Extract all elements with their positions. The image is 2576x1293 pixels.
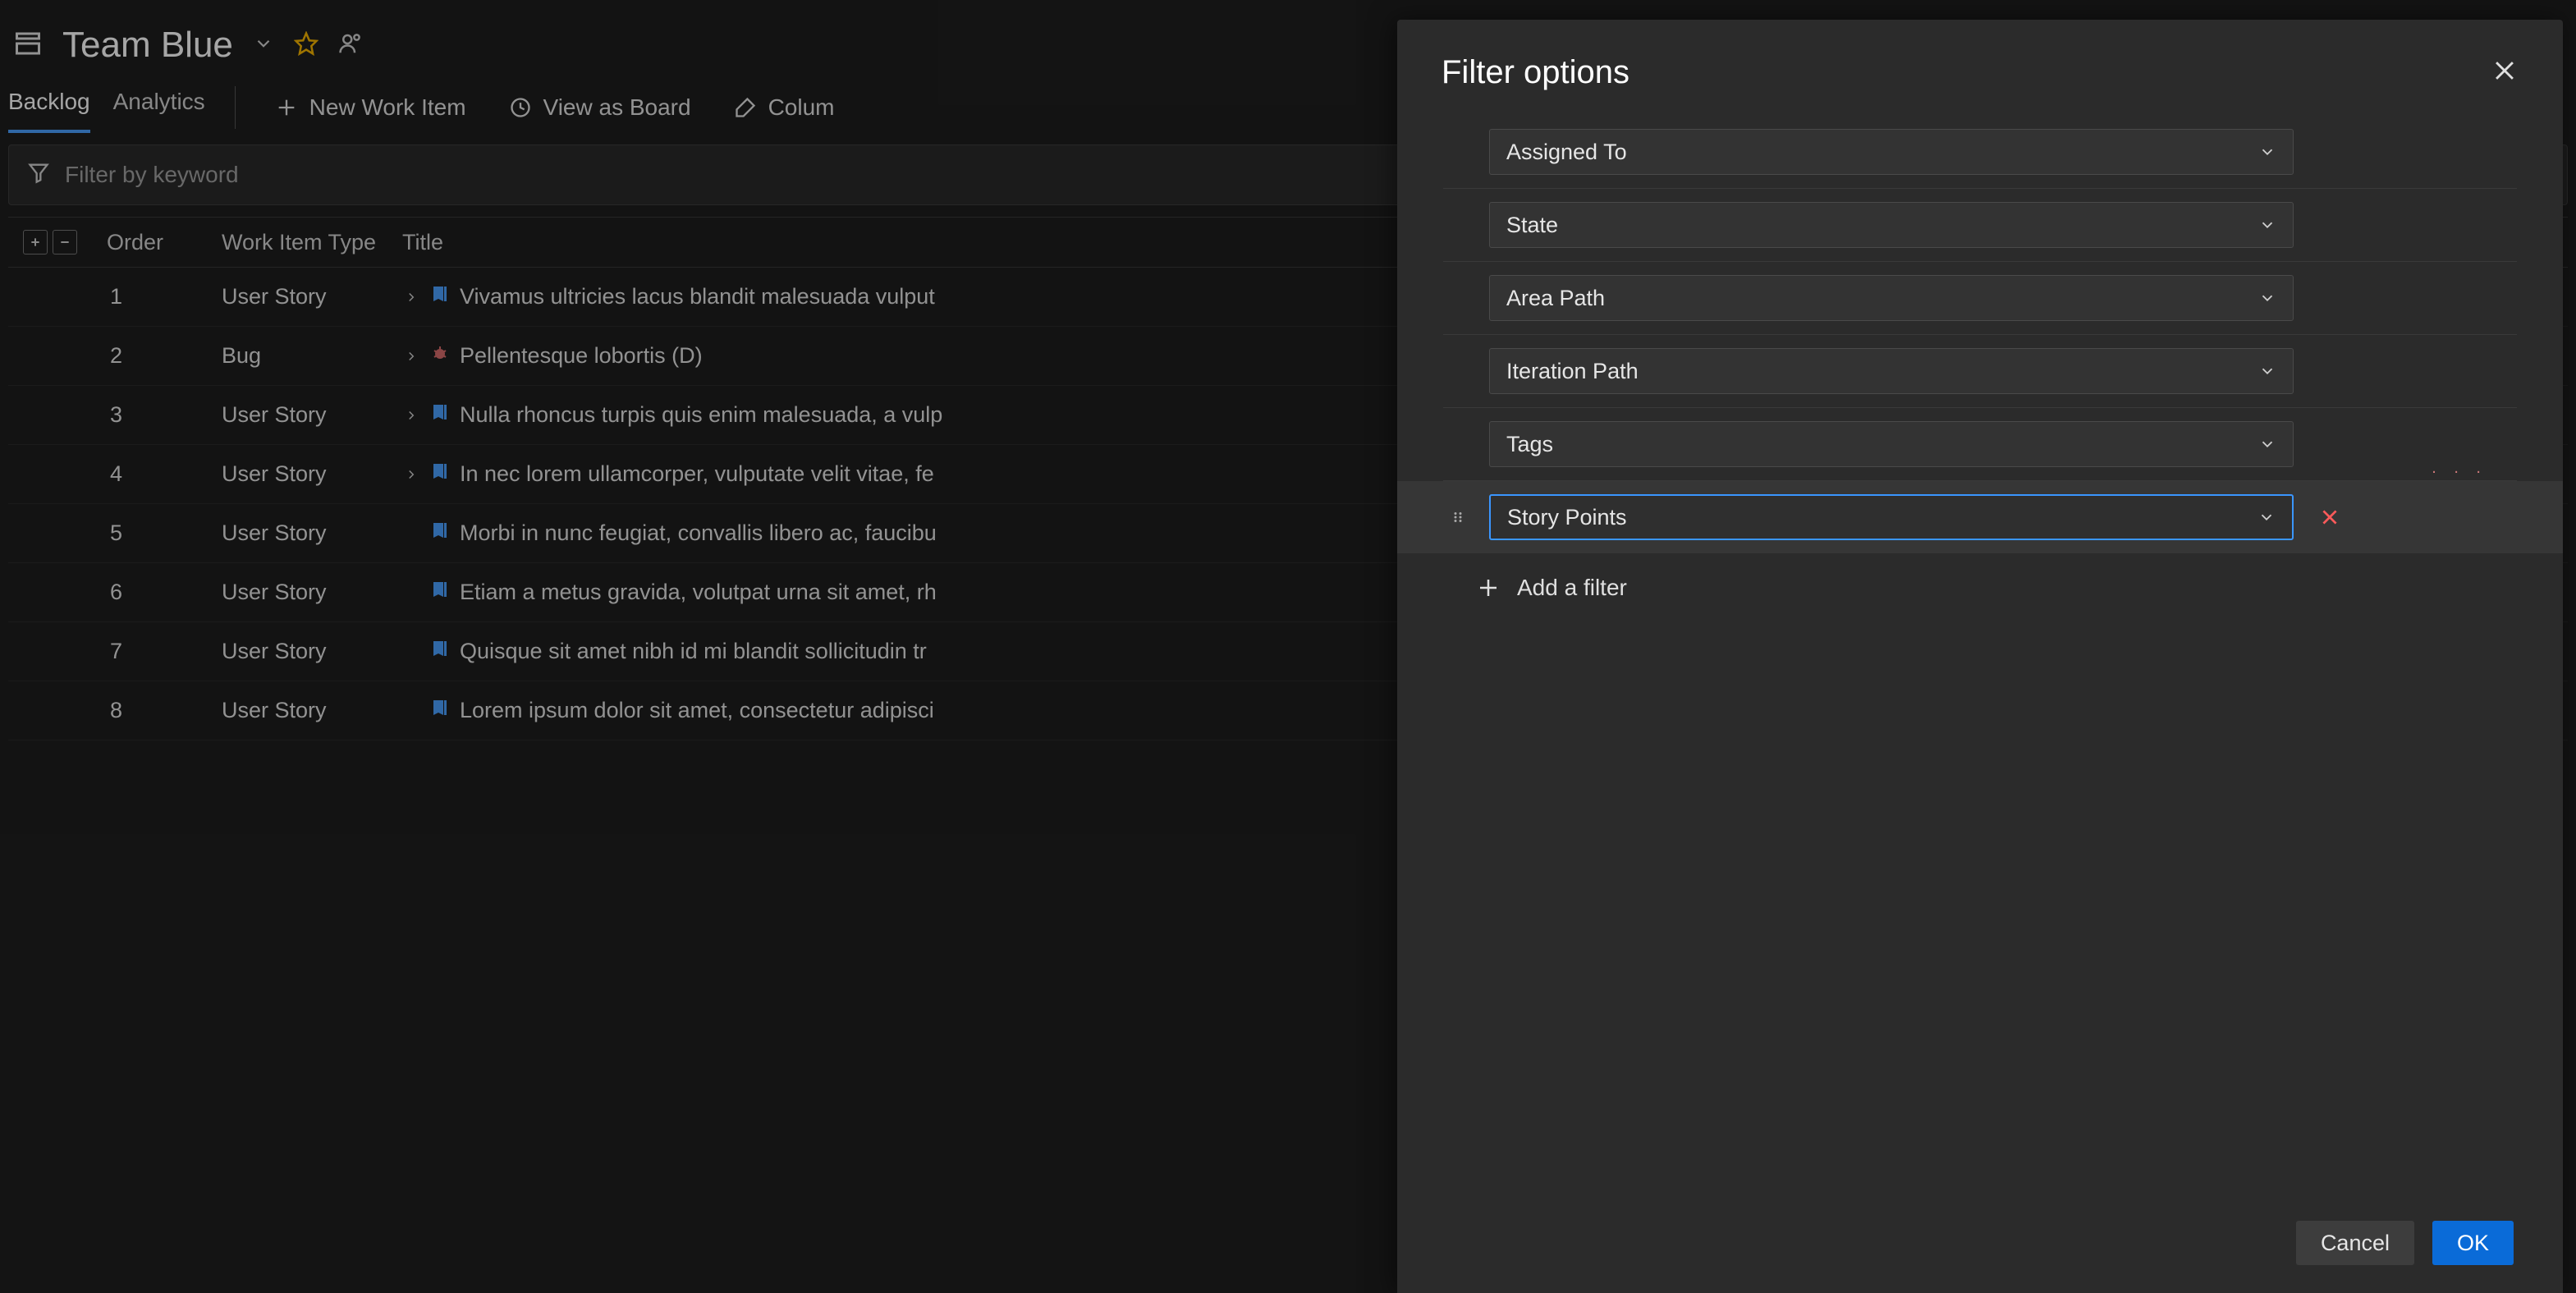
team-members-icon[interactable] <box>338 31 363 60</box>
new-work-item-label: New Work Item <box>309 94 466 121</box>
tab-analytics[interactable]: Analytics <box>113 82 205 133</box>
more-indicator: . . . <box>2432 459 2487 478</box>
panel-header: Filter options <box>1397 20 2563 108</box>
tab-backlog[interactable]: Backlog <box>8 82 90 133</box>
cell-type: User Story <box>222 580 402 605</box>
filter-select-tags[interactable]: Tags <box>1489 421 2294 467</box>
expand-row-icon[interactable] <box>402 467 420 482</box>
user-story-icon <box>430 520 450 546</box>
filter-select-state[interactable]: State <box>1489 202 2294 248</box>
user-story-icon <box>430 639 450 664</box>
team-switcher-chevron-icon[interactable] <box>253 33 274 58</box>
user-story-icon <box>430 580 450 605</box>
cell-order: 5 <box>107 520 222 546</box>
remove-filter-button[interactable] <box>2310 507 2349 528</box>
panel-footer: Cancel OK <box>1397 1198 2563 1293</box>
column-options-label: Colum <box>768 94 835 121</box>
column-options-button[interactable]: Colum <box>724 88 845 127</box>
chevron-down-icon <box>2258 143 2276 161</box>
team-name: Team Blue <box>62 25 233 66</box>
col-order[interactable]: Order <box>107 230 222 255</box>
filter-select-area-path[interactable]: Area Path <box>1489 275 2294 321</box>
work-item-title[interactable]: Quisque sit amet nibh id mi blandit soll… <box>460 639 927 664</box>
user-story-icon <box>430 284 450 309</box>
work-item-title[interactable]: Pellentesque lobortis (D) <box>460 343 703 369</box>
work-item-title[interactable]: Etiam a metus gravida, volutpat urna sit… <box>460 580 937 605</box>
work-item-title[interactable]: Vivamus ultricies lacus blandit malesuad… <box>460 284 935 309</box>
plus-icon <box>1476 575 1501 600</box>
expand-row-icon[interactable] <box>402 349 420 364</box>
expand-row-icon[interactable] <box>402 290 420 305</box>
cell-type: User Story <box>222 520 402 546</box>
filter-select-iteration-path[interactable]: Iteration Path <box>1489 348 2294 394</box>
cell-order: 4 <box>107 461 222 487</box>
filter-row-state: State <box>1443 189 2517 262</box>
collapse-all-button[interactable] <box>53 230 77 254</box>
new-work-item-button[interactable]: New Work Item <box>265 88 476 127</box>
filter-icon <box>27 161 50 190</box>
panel-title: Filter options <box>1442 54 1629 91</box>
filter-row-assigned-to: Assigned To <box>1443 116 2517 189</box>
filter-select-label: Area Path <box>1506 286 1605 311</box>
cancel-button[interactable]: Cancel <box>2296 1221 2414 1265</box>
expand-row-icon[interactable] <box>402 408 420 423</box>
cell-type: User Story <box>222 461 402 487</box>
add-filter-button[interactable]: Add a filter <box>1443 553 2517 609</box>
cell-order: 7 <box>107 639 222 664</box>
tabs: Backlog Analytics <box>8 82 205 133</box>
filter-select-label: Assigned To <box>1506 140 1627 165</box>
divider <box>235 86 236 129</box>
cell-type: Bug <box>222 343 402 369</box>
cell-order: 3 <box>107 402 222 428</box>
chevron-down-icon <box>2258 289 2276 307</box>
filter-row-story-points: Story Points <box>1397 481 2563 553</box>
filter-row-tags: Tags <box>1443 408 2517 481</box>
work-item-title[interactable]: In nec lorem ullamcorper, vulputate veli… <box>460 461 934 487</box>
cell-type: User Story <box>222 698 402 723</box>
cell-order: 8 <box>107 698 222 723</box>
expand-all-button[interactable] <box>23 230 48 254</box>
filter-select-story-points[interactable]: Story Points <box>1489 494 2294 540</box>
cell-type: User Story <box>222 402 402 428</box>
cell-type: User Story <box>222 639 402 664</box>
work-item-title[interactable]: Nulla rhoncus turpis quis enim malesuada… <box>460 402 942 428</box>
favorite-star-icon[interactable] <box>294 31 319 60</box>
team-icon <box>13 29 43 62</box>
user-story-icon <box>430 402 450 428</box>
panel-body: Assigned To State Area Path Iter <box>1397 108 2563 1198</box>
filter-select-label: Tags <box>1506 432 1553 457</box>
user-story-icon <box>430 698 450 723</box>
chevron-down-icon <box>2258 362 2276 380</box>
drag-handle-icon[interactable] <box>1443 510 1473 525</box>
col-work-item-type[interactable]: Work Item Type <box>222 230 402 255</box>
cell-order: 6 <box>107 580 222 605</box>
panel-close-button[interactable] <box>2491 57 2519 89</box>
chevron-down-icon <box>2258 216 2276 234</box>
filter-options-panel: Filter options Assigned To State Area <box>1397 20 2563 1293</box>
bug-icon <box>430 343 450 369</box>
filter-select-label: Iteration Path <box>1506 359 1639 384</box>
view-as-board-label: View as Board <box>543 94 691 121</box>
filter-row-iteration-path: Iteration Path <box>1443 335 2517 408</box>
work-item-title[interactable]: Lorem ipsum dolor sit amet, consectetur … <box>460 698 934 723</box>
ok-button[interactable]: OK <box>2432 1221 2514 1265</box>
chevron-down-icon <box>2258 435 2276 453</box>
user-story-icon <box>430 461 450 487</box>
filter-select-label: Story Points <box>1507 505 1627 530</box>
cell-type: User Story <box>222 284 402 309</box>
filter-select-label: State <box>1506 213 1558 238</box>
cell-order: 2 <box>107 343 222 369</box>
view-as-board-button[interactable]: View as Board <box>499 88 701 127</box>
filter-row-area-path: Area Path <box>1443 262 2517 335</box>
filter-select-assigned-to[interactable]: Assigned To <box>1489 129 2294 175</box>
add-filter-label: Add a filter <box>1517 575 1627 601</box>
cell-order: 1 <box>107 284 222 309</box>
work-item-title[interactable]: Morbi in nunc feugiat, convallis libero … <box>460 520 937 546</box>
chevron-down-icon <box>2257 508 2276 526</box>
